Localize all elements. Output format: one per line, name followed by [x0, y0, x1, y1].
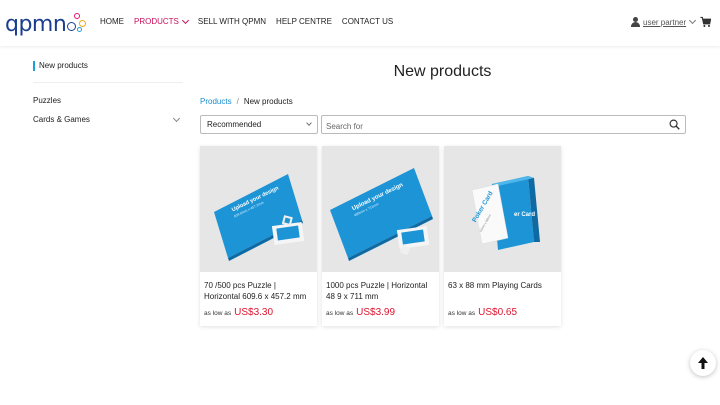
cart-icon[interactable] [700, 16, 711, 28]
product-image-side-text: er Card [514, 212, 535, 218]
user-icon [630, 17, 640, 27]
nav-products[interactable]: PRODUCTS [134, 16, 189, 26]
sidebar-current-new-products[interactable]: New products [33, 61, 88, 71]
breadcrumb-products-link[interactable]: Products [200, 97, 232, 106]
search-icon[interactable] [669, 119, 680, 130]
product-card[interactable]: er Card Poker Card 63mm x 88mm 63 x 88 m… [444, 146, 561, 326]
product-name[interactable]: 70 /500 pcs Puzzle | Horizontal 609.6 x … [204, 280, 314, 302]
product-image[interactable]: Upload your design 489mm x 711mm [322, 146, 439, 272]
product-name[interactable]: 63 x 88 mm Playing Cards [448, 280, 558, 291]
product-name[interactable]: 1000 pcs Puzzle | Horizontal 48 9 x 711 … [326, 280, 436, 302]
product-price: US$3.30 [234, 307, 274, 318]
sidebar-divider [33, 82, 183, 83]
nav-contact-us[interactable]: CONTACT US [342, 17, 393, 26]
back-to-top-button[interactable] [690, 350, 716, 376]
qpmn-logo[interactable]: qpmn [5, 12, 87, 36]
price-label: as low as [448, 310, 476, 317]
chevron-down-icon[interactable] [172, 114, 181, 122]
product-price: US$0.65 [478, 307, 518, 318]
product-price: US$3.99 [356, 307, 396, 318]
product-price-row: as low as US$3.30 [204, 307, 273, 318]
sidebar-item-label: Cards & Games [33, 115, 90, 124]
product-image[interactable]: er Card Poker Card 63mm x 88mm [444, 146, 561, 272]
sort-select[interactable]: Recommended [200, 115, 318, 134]
nav-sell-with-qpmn[interactable]: SELL WITH QPMN [198, 17, 266, 26]
breadcrumb: Products / New products [200, 97, 293, 106]
user-menu[interactable]: user partner [630, 16, 697, 27]
logo-text: qpmn [5, 12, 67, 37]
page-title: New products [393, 63, 492, 80]
price-label: as low as [204, 310, 232, 317]
product-image[interactable]: Upload your design 609.6mm x 457.2mm [200, 146, 317, 272]
breadcrumb-current: New products [243, 97, 293, 106]
chevron-down-icon [181, 16, 189, 24]
sidebar-item-puzzles[interactable]: Puzzles [33, 96, 61, 105]
search-box [321, 115, 686, 135]
search-input[interactable] [322, 118, 652, 135]
product-card[interactable]: Upload your design 489mm x 711mm 1000 pc… [322, 146, 439, 326]
product-price-row: as low as US$3.99 [326, 307, 395, 318]
logo-dots-icon [65, 12, 87, 36]
chevron-down-icon [306, 120, 312, 126]
arrow-up-icon [698, 357, 708, 369]
breadcrumb-separator: / [236, 97, 239, 106]
nav-home[interactable]: HOME [100, 17, 124, 26]
sidebar-item-cards-and-games[interactable]: Cards & Games [33, 114, 181, 124]
chevron-down-icon [689, 16, 697, 25]
sort-select-value: Recommended [207, 120, 262, 129]
user-name: user partner [643, 17, 687, 27]
main-nav: HOME PRODUCTS SELL WITH QPMN HELP CENTRE… [100, 16, 403, 26]
product-card[interactable]: Upload your design 609.6mm x 457.2mm 70 … [200, 146, 317, 326]
site-header: qpmn HOME PRODUCTS SELL WITH QPMN HELP C… [0, 0, 720, 46]
nav-products-label: PRODUCTS [134, 17, 179, 26]
nav-help-centre[interactable]: HELP CENTRE [276, 17, 332, 26]
price-label: as low as [326, 310, 354, 317]
product-price-row: as low as US$0.65 [448, 307, 517, 318]
